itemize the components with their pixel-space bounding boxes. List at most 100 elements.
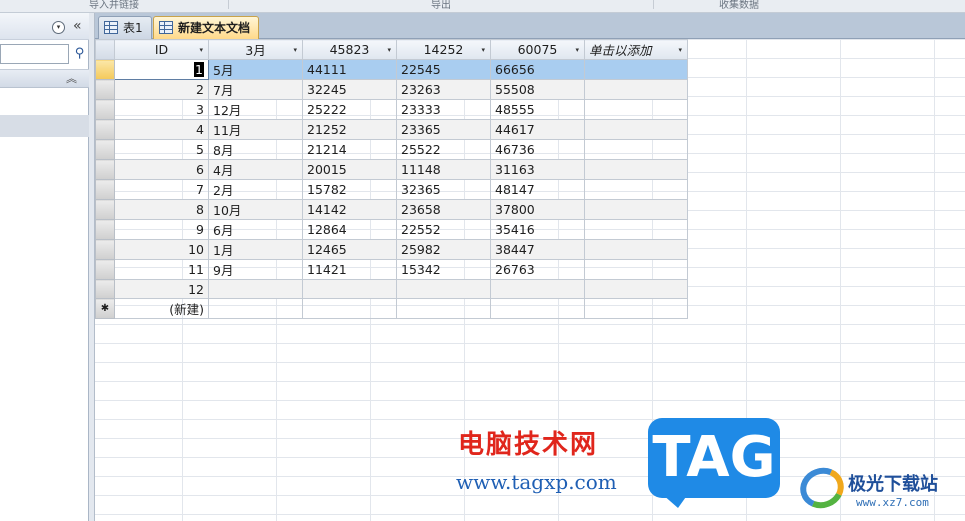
table-row[interactable]: 5 8月 21214 25522 46736 <box>95 139 688 160</box>
table-cell[interactable]: 25522 <box>396 139 491 160</box>
cell-id[interactable]: 6 <box>114 159 209 180</box>
table-cell[interactable]: 11月 <box>208 119 303 140</box>
table-cell-empty[interactable] <box>396 298 491 319</box>
row-selector[interactable] <box>95 199 115 220</box>
table-cell-empty[interactable] <box>208 298 303 319</box>
table-cell[interactable]: 11421 <box>302 259 397 280</box>
table-cell-empty[interactable] <box>584 259 688 280</box>
table-cell[interactable] <box>208 279 303 299</box>
chevron-down-icon[interactable]: ▾ <box>678 46 682 54</box>
table-cell[interactable]: 25982 <box>396 239 491 260</box>
table-cell[interactable]: 32365 <box>396 179 491 200</box>
row-selector[interactable] <box>95 79 115 100</box>
cell-id[interactable]: 5 <box>114 139 209 160</box>
table-cell[interactable]: 32245 <box>302 79 397 100</box>
table-row[interactable]: 3 12月 25222 23333 48555 <box>95 99 688 120</box>
table-cell[interactable] <box>490 279 585 299</box>
new-record-marker-icon[interactable]: ✱ <box>95 298 115 319</box>
cell-id[interactable]: 8 <box>114 199 209 220</box>
table-cell[interactable]: 1月 <box>208 239 303 260</box>
table-cell[interactable]: 22545 <box>396 59 491 80</box>
new-record-label[interactable]: (新建) <box>114 298 209 319</box>
table-cell[interactable]: 9月 <box>208 259 303 280</box>
cell-id[interactable]: 7 <box>114 179 209 200</box>
column-header-click-to-add[interactable]: 单击以添加 ▾ <box>584 39 688 60</box>
table-cell[interactable]: 15342 <box>396 259 491 280</box>
chevron-down-icon[interactable]: ▾ <box>293 46 297 54</box>
table-row[interactable]: 4 11月 21252 23365 44617 <box>95 119 688 140</box>
cell-id[interactable]: 9 <box>114 219 209 240</box>
table-cell[interactable]: 6月 <box>208 219 303 240</box>
table-cell[interactable]: 10月 <box>208 199 303 220</box>
chevron-down-icon[interactable]: ▾ <box>387 46 391 54</box>
cell-id[interactable]: 4 <box>114 119 209 140</box>
column-header-60075[interactable]: 60075 ▾ <box>490 39 585 60</box>
cell-id[interactable]: 12 <box>114 279 209 299</box>
table-row[interactable]: 6 4月 20015 11148 31163 <box>95 159 688 180</box>
tab-table1[interactable]: 表1 <box>98 16 152 39</box>
table-cell[interactable]: 23658 <box>396 199 491 220</box>
nav-group-header[interactable]: ︽ <box>0 69 89 88</box>
table-cell[interactable]: 20015 <box>302 159 397 180</box>
table-cell-empty[interactable] <box>584 159 688 180</box>
select-all-corner[interactable] <box>95 39 115 60</box>
table-cell-empty[interactable] <box>302 298 397 319</box>
table-row[interactable]: 7 2月 15782 32365 48147 <box>95 179 688 200</box>
table-cell[interactable]: 12月 <box>208 99 303 120</box>
table-cell[interactable]: 5月 <box>208 59 303 80</box>
chevron-down-icon[interactable]: ▾ <box>575 46 579 54</box>
column-header-14252[interactable]: 14252 ▾ <box>396 39 491 60</box>
nav-menu-dropdown-icon[interactable]: ▾ <box>52 21 65 34</box>
nav-item-selected[interactable] <box>0 115 89 137</box>
table-cell[interactable] <box>396 279 491 299</box>
table-cell[interactable]: 12864 <box>302 219 397 240</box>
table-row[interactable]: 10 1月 12465 25982 38447 <box>95 239 688 260</box>
table-cell-empty[interactable] <box>584 279 688 299</box>
table-cell[interactable]: 44111 <box>302 59 397 80</box>
table-cell-empty[interactable] <box>584 199 688 220</box>
row-selector[interactable] <box>95 159 115 180</box>
table-cell-empty[interactable] <box>584 139 688 160</box>
table-cell[interactable]: 4月 <box>208 159 303 180</box>
column-header-45823[interactable]: 45823 ▾ <box>302 39 397 60</box>
cell-id[interactable]: 10 <box>114 239 209 260</box>
ribbon-group-collect-data[interactable]: 收集数据 <box>654 0 824 11</box>
table-cell[interactable]: 55508 <box>490 79 585 100</box>
table-cell[interactable]: 21214 <box>302 139 397 160</box>
table-cell[interactable]: 21252 <box>302 119 397 140</box>
new-record-row[interactable]: ✱ (新建) <box>95 298 688 319</box>
table-cell[interactable]: 48555 <box>490 99 585 120</box>
table-cell-empty[interactable] <box>584 179 688 200</box>
table-row[interactable]: 11 9月 11421 15342 26763 <box>95 259 688 280</box>
cell-id[interactable]: 2 <box>114 79 209 100</box>
table-cell-empty[interactable] <box>490 298 585 319</box>
row-selector[interactable] <box>95 59 115 80</box>
table-cell[interactable]: 11148 <box>396 159 491 180</box>
table-cell-empty[interactable] <box>584 59 688 80</box>
table-row[interactable]: 9 6月 12864 22552 35416 <box>95 219 688 240</box>
table-cell[interactable]: 37800 <box>490 199 585 220</box>
chevron-down-icon[interactable]: ▾ <box>481 46 485 54</box>
table-cell[interactable]: 23333 <box>396 99 491 120</box>
table-cell[interactable]: 15782 <box>302 179 397 200</box>
ribbon-group-export[interactable]: 导出 <box>229 0 654 11</box>
table-cell[interactable]: 12465 <box>302 239 397 260</box>
nav-search-input[interactable] <box>0 44 69 64</box>
table-cell[interactable]: 22552 <box>396 219 491 240</box>
ribbon-group-import-link[interactable]: 导入并链接 <box>0 0 229 11</box>
row-selector[interactable] <box>95 139 115 160</box>
table-cell[interactable]: 7月 <box>208 79 303 100</box>
row-selector[interactable] <box>95 179 115 200</box>
table-cell-empty[interactable] <box>584 99 688 120</box>
chevron-down-icon[interactable]: ▾ <box>199 46 203 54</box>
table-cell[interactable]: 38447 <box>490 239 585 260</box>
table-cell[interactable]: 46736 <box>490 139 585 160</box>
table-cell[interactable]: 35416 <box>490 219 585 240</box>
table-cell[interactable]: 8月 <box>208 139 303 160</box>
table-cell-empty[interactable] <box>584 79 688 100</box>
column-header-id[interactable]: ID ▾ <box>114 39 209 60</box>
tab-new-text-document[interactable]: 新建文本文档 <box>153 16 259 39</box>
row-selector[interactable] <box>95 219 115 240</box>
table-cell[interactable]: 23263 <box>396 79 491 100</box>
row-selector[interactable] <box>95 99 115 120</box>
